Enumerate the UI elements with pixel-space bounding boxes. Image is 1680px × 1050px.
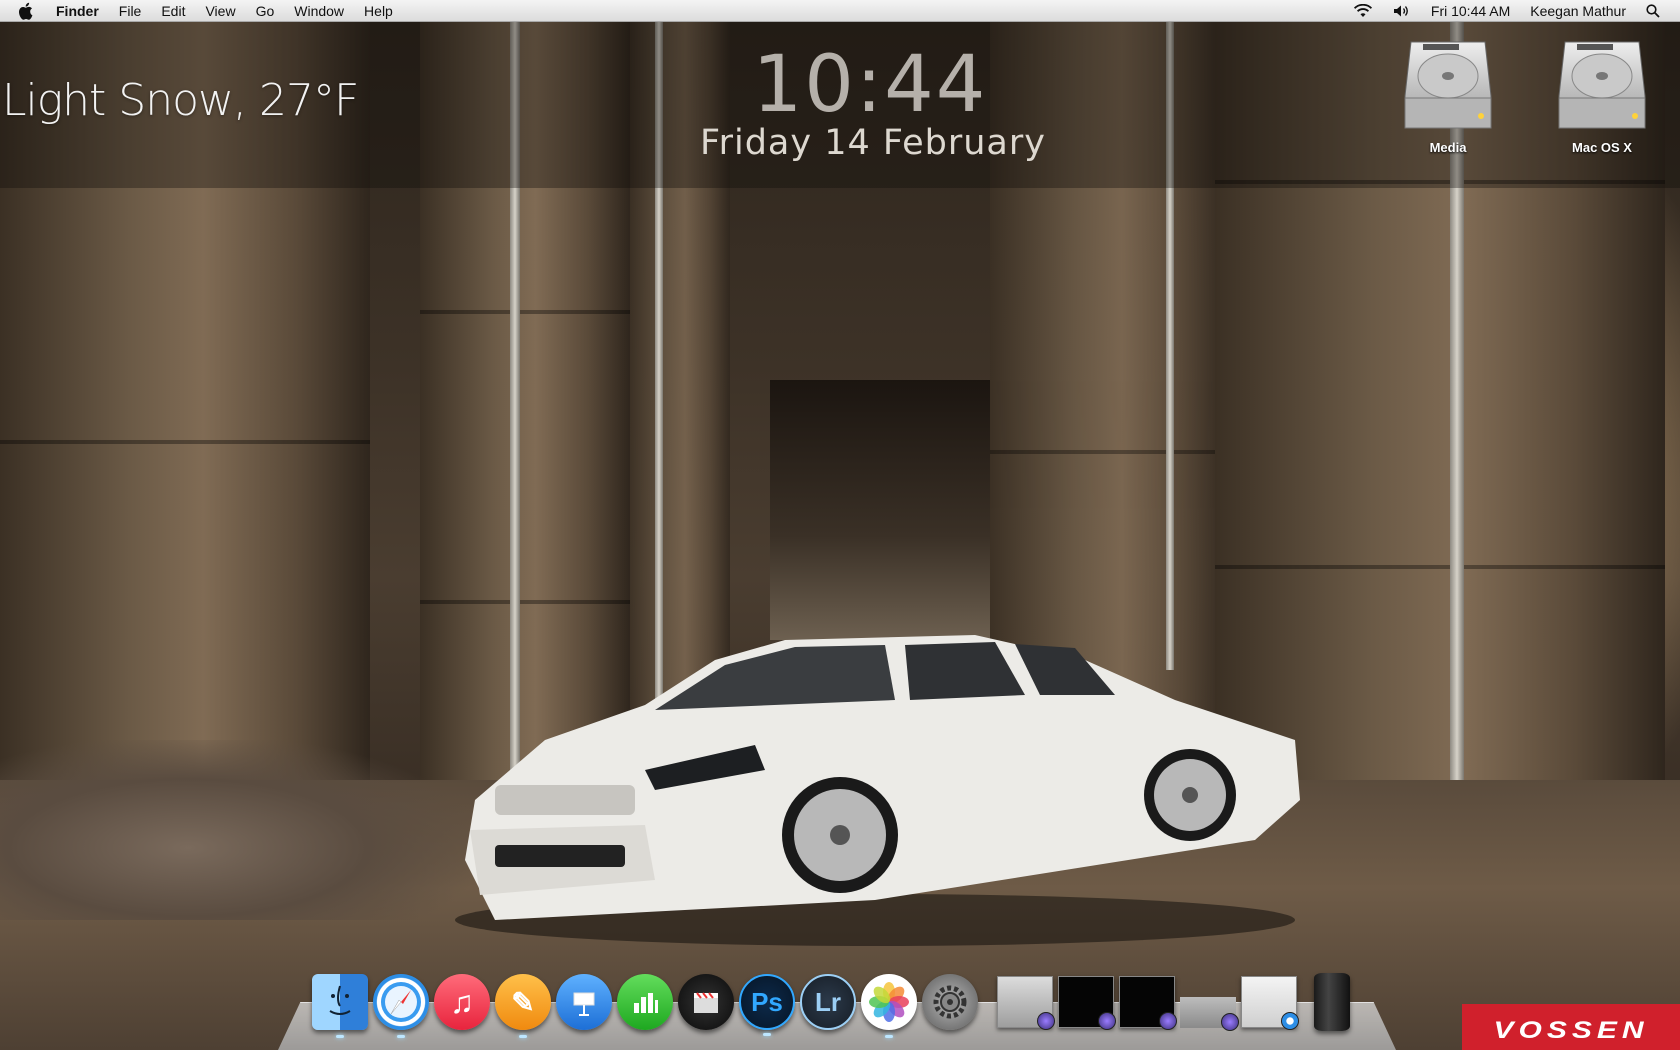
- wifi-icon[interactable]: [1343, 3, 1383, 18]
- numbers-icon: [634, 993, 658, 1013]
- dock-final-cut-pro[interactable]: [678, 974, 734, 1030]
- wallpaper-underpass-light: [770, 380, 990, 640]
- dock-photos[interactable]: [861, 974, 917, 1038]
- app-badge-icon: [1159, 1012, 1177, 1030]
- dock-minimized-window[interactable]: [997, 976, 1055, 1030]
- clock-time: 10:44: [752, 40, 988, 130]
- dock-itunes[interactable]: ♫: [434, 974, 490, 1030]
- menu-edit[interactable]: Edit: [151, 0, 195, 22]
- dock-photoshop[interactable]: Ps: [739, 974, 795, 1036]
- dock-finder[interactable]: [312, 974, 368, 1038]
- volume-icon[interactable]: [1383, 4, 1421, 18]
- dock-minimized-window[interactable]: [1180, 976, 1239, 1031]
- vossen-logo: VOSSEN: [1462, 1004, 1680, 1050]
- running-indicator: [885, 1035, 893, 1038]
- running-indicator: [397, 1035, 405, 1038]
- app-badge-icon: [1037, 1012, 1055, 1030]
- dock-keynote[interactable]: [556, 974, 612, 1030]
- desktop-icon-mac-os-x[interactable]: Mac OS X: [1542, 36, 1662, 155]
- desktop-icon-media[interactable]: Media: [1388, 36, 1508, 155]
- hard-drive-icon: [1404, 41, 1492, 129]
- menu-user-name[interactable]: Keegan Mathur: [1520, 0, 1636, 22]
- menu-clock[interactable]: Fri 10:44 AM: [1421, 0, 1520, 22]
- apple-menu-icon[interactable]: [16, 2, 38, 20]
- wallpaper-rubble: [0, 740, 470, 920]
- keynote-icon: [573, 992, 595, 1016]
- menu-file[interactable]: File: [109, 0, 152, 22]
- running-indicator: [519, 1035, 527, 1038]
- app-badge-icon: [1098, 1012, 1116, 1030]
- desktop-icon-label: Media: [1429, 140, 1467, 155]
- finder-icon: [329, 985, 351, 1015]
- menu-app-finder[interactable]: Finder: [54, 0, 109, 22]
- dock-minimized-window[interactable]: [1119, 976, 1177, 1030]
- menu-bar: Finder File Edit View Go Window Help Fri…: [0, 0, 1680, 22]
- dock-minimized-window[interactable]: [1058, 976, 1116, 1030]
- gear-icon: [933, 985, 967, 1019]
- menu-window[interactable]: Window: [284, 0, 354, 22]
- dock-system-preferences[interactable]: [922, 974, 978, 1030]
- safari-badge-icon: [1281, 1012, 1299, 1030]
- date-text: Friday 14 February: [700, 123, 1046, 163]
- lightroom-icon: Lr: [815, 986, 841, 1017]
- menu-go[interactable]: Go: [246, 0, 285, 22]
- trash-icon[interactable]: [1314, 973, 1350, 1031]
- spotlight-search-icon[interactable]: [1636, 3, 1670, 18]
- menu-view[interactable]: View: [195, 0, 245, 22]
- music-note-icon: ♫: [450, 983, 474, 1020]
- pages-icon: ✎: [511, 986, 535, 1018]
- photoshop-icon: Ps: [751, 986, 783, 1017]
- desktop-icon-label: Mac OS X: [1572, 140, 1632, 155]
- hard-drive-icon: [1558, 41, 1646, 129]
- running-indicator: [763, 1033, 771, 1036]
- dock-numbers[interactable]: [617, 974, 673, 1030]
- dock: ♫ ✎ Ps Lr: [312, 970, 1350, 1038]
- menu-help[interactable]: Help: [354, 0, 403, 22]
- photos-icon: [869, 982, 909, 1022]
- running-indicator: [336, 1035, 344, 1038]
- dock-minimized-window[interactable]: [1241, 976, 1299, 1030]
- vossen-logo-text: VOSSEN: [1493, 1017, 1649, 1044]
- app-badge-icon: [1221, 1013, 1239, 1031]
- clapper-icon: [694, 992, 718, 1013]
- dock-lightroom[interactable]: Lr: [800, 974, 856, 1030]
- wallpaper-car: [455, 635, 1300, 946]
- dock-safari[interactable]: [373, 974, 429, 1038]
- safari-icon: [381, 982, 421, 1022]
- dock-pages[interactable]: ✎: [495, 974, 551, 1038]
